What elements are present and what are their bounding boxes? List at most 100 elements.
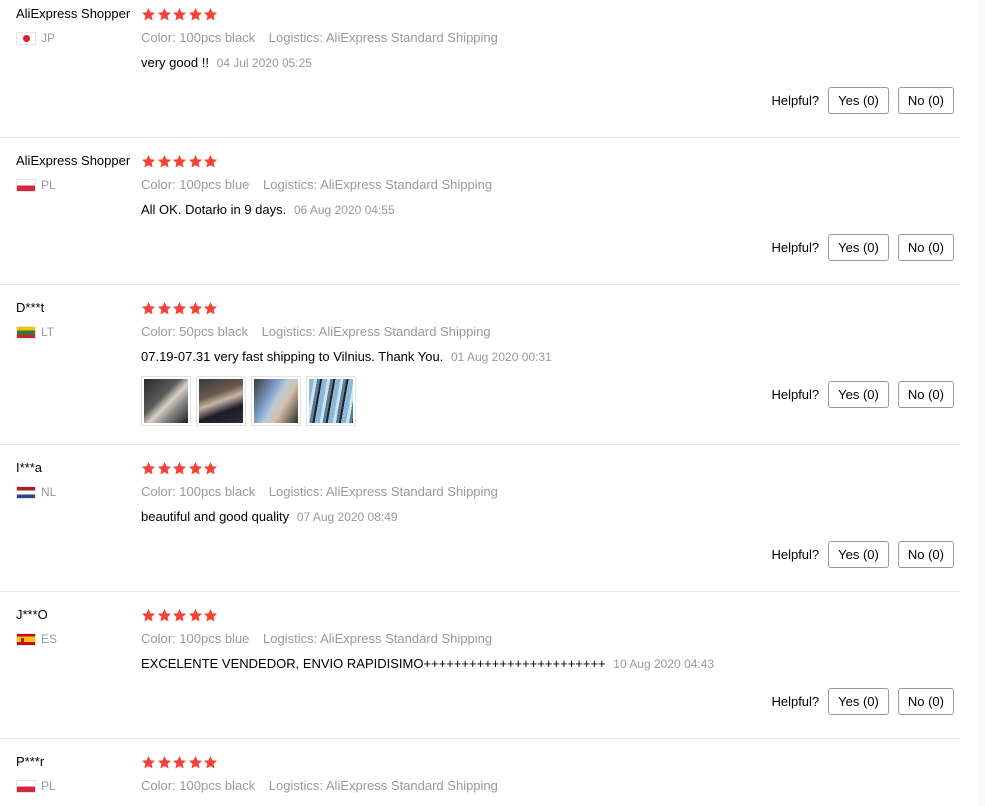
order-info: Color: 100pcs black Logistics: AliExpres…: [141, 484, 956, 500]
helpful-yes-button[interactable]: Yes (0): [828, 381, 889, 408]
star-icon: [172, 608, 187, 621]
flag-lithuania-icon: [16, 325, 36, 339]
helpful-label: Helpful?: [771, 240, 820, 255]
star-icon: [141, 301, 156, 314]
user-country: ES: [16, 632, 136, 646]
helpful-no-button[interactable]: No (0): [897, 87, 954, 114]
feedback-content: Color: 100pcs black Logistics: AliExpres…: [141, 754, 956, 794]
user-name: AliExpress Shopper: [16, 153, 131, 168]
star-icon: [141, 154, 156, 167]
order-info: Color: 50pcs black Logistics: AliExpress…: [141, 324, 956, 340]
review-photo-thumbnail[interactable]: [306, 376, 356, 426]
review-date: 07 Aug 2020 08:49: [296, 510, 398, 524]
feedback-content: Color: 100pcs blue Logistics: AliExpress…: [141, 607, 956, 672]
helpful-controls: Helpful? Yes (0) No (0): [771, 688, 954, 715]
feedback-user: AliExpress Shopper JP: [16, 6, 136, 45]
helpful-controls: Helpful? Yes (0) No (0): [771, 234, 954, 261]
order-logistics: Logistics: AliExpress Standard Shipping: [268, 30, 498, 45]
flag-poland-icon: [16, 178, 36, 192]
star-icon: [157, 461, 171, 474]
helpful-yes-button[interactable]: Yes (0): [828, 541, 889, 568]
review-photo-3: [254, 379, 298, 423]
review-date: 06 Aug 2020 04:55: [293, 203, 395, 217]
review-text: beautiful and good quality: [141, 509, 290, 524]
helpful-no-button[interactable]: No (0): [897, 541, 954, 568]
feedback-user: J***O ES: [16, 607, 136, 646]
feedback-item: AliExpress Shopper PL Color: 100pcs blue…: [0, 147, 960, 285]
star-icon: [172, 461, 187, 474]
helpful-yes-button[interactable]: Yes (0): [828, 688, 889, 715]
review-photo-2: [199, 379, 243, 423]
star-icon: [172, 154, 187, 167]
flag-japan-icon: [16, 31, 36, 45]
star-rating: [141, 460, 956, 476]
star-icon: [157, 301, 171, 314]
review-photo-1: [144, 379, 188, 423]
star-icon: [203, 608, 218, 621]
flag-spain-icon: [16, 632, 36, 646]
country-code: JP: [41, 31, 56, 45]
helpful-no-button[interactable]: No (0): [897, 688, 954, 715]
order-info: Color: 100pcs blue Logistics: AliExpress…: [141, 631, 956, 647]
helpful-yes-button[interactable]: Yes (0): [828, 234, 889, 261]
star-icon: [188, 755, 202, 768]
user-country: NL: [16, 485, 136, 499]
user-name: P***r: [16, 754, 45, 769]
review-photo-4: [309, 379, 353, 423]
page-scrollbar[interactable]: [979, 0, 985, 806]
order-info: Color: 100pcs blue Logistics: AliExpress…: [141, 177, 956, 193]
helpful-label: Helpful?: [771, 547, 820, 562]
country-code: NL: [41, 485, 57, 499]
feedback-item: I***a NL Color: 100pcs black Logistics: …: [0, 454, 960, 592]
feedback-user: D***t LT: [16, 300, 136, 339]
review-text-row: beautiful and good quality 07 Aug 2020 0…: [141, 509, 956, 525]
country-code: LT: [41, 325, 55, 339]
helpful-label: Helpful?: [771, 93, 820, 108]
helpful-controls: Helpful? Yes (0) No (0): [771, 87, 954, 114]
star-icon: [188, 7, 202, 20]
star-icon: [141, 461, 156, 474]
star-icon: [157, 154, 171, 167]
feedback-item: AliExpress Shopper JP Color: 100pcs blac…: [0, 0, 960, 138]
star-rating: [141, 153, 956, 169]
flag-poland-icon: [16, 779, 36, 793]
star-icon: [203, 461, 218, 474]
order-logistics: Logistics: AliExpress Standard Shipping: [263, 631, 493, 646]
star-rating: [141, 300, 956, 316]
helpful-yes-button[interactable]: Yes (0): [828, 87, 889, 114]
feedback-user: P***r PL: [16, 754, 136, 793]
review-photo-thumbnail[interactable]: [251, 376, 301, 426]
review-photo-thumbnail[interactable]: [141, 376, 191, 426]
feedback-user: AliExpress Shopper PL: [16, 153, 136, 192]
star-icon: [188, 301, 202, 314]
helpful-no-button[interactable]: No (0): [897, 234, 954, 261]
star-rating: [141, 6, 956, 22]
star-icon: [172, 301, 187, 314]
user-country: LT: [16, 325, 136, 339]
star-icon: [172, 7, 187, 20]
star-icon: [141, 755, 156, 768]
user-country: PL: [16, 779, 136, 793]
star-icon: [172, 755, 187, 768]
order-color: Color: 100pcs blue: [141, 177, 250, 192]
feedback-content: Color: 100pcs blue Logistics: AliExpress…: [141, 153, 956, 218]
star-icon: [203, 154, 218, 167]
star-icon: [203, 7, 218, 20]
star-icon: [157, 755, 171, 768]
flag-netherlands-icon: [16, 485, 36, 499]
review-photo-thumbnail[interactable]: [196, 376, 246, 426]
star-rating: [141, 607, 956, 623]
helpful-label: Helpful?: [771, 387, 820, 402]
user-name: I***a: [16, 460, 43, 475]
star-icon: [157, 608, 171, 621]
order-color: Color: 100pcs black: [141, 778, 256, 793]
star-icon: [188, 461, 202, 474]
country-code: ES: [41, 632, 58, 646]
order-logistics: Logistics: AliExpress Standard Shipping: [261, 324, 491, 339]
helpful-controls: Helpful? Yes (0) No (0): [771, 541, 954, 568]
review-text-row: very good !! 04 Jul 2020 05:25: [141, 55, 956, 71]
order-color: Color: 50pcs black: [141, 324, 248, 339]
feedback-item: D***t LT Color: 50pcs black Logistics: A…: [0, 294, 960, 445]
review-text-row: EXCELENTE VENDEDOR, ENVIO RAPIDISIMO++++…: [141, 656, 956, 672]
helpful-no-button[interactable]: No (0): [897, 381, 954, 408]
